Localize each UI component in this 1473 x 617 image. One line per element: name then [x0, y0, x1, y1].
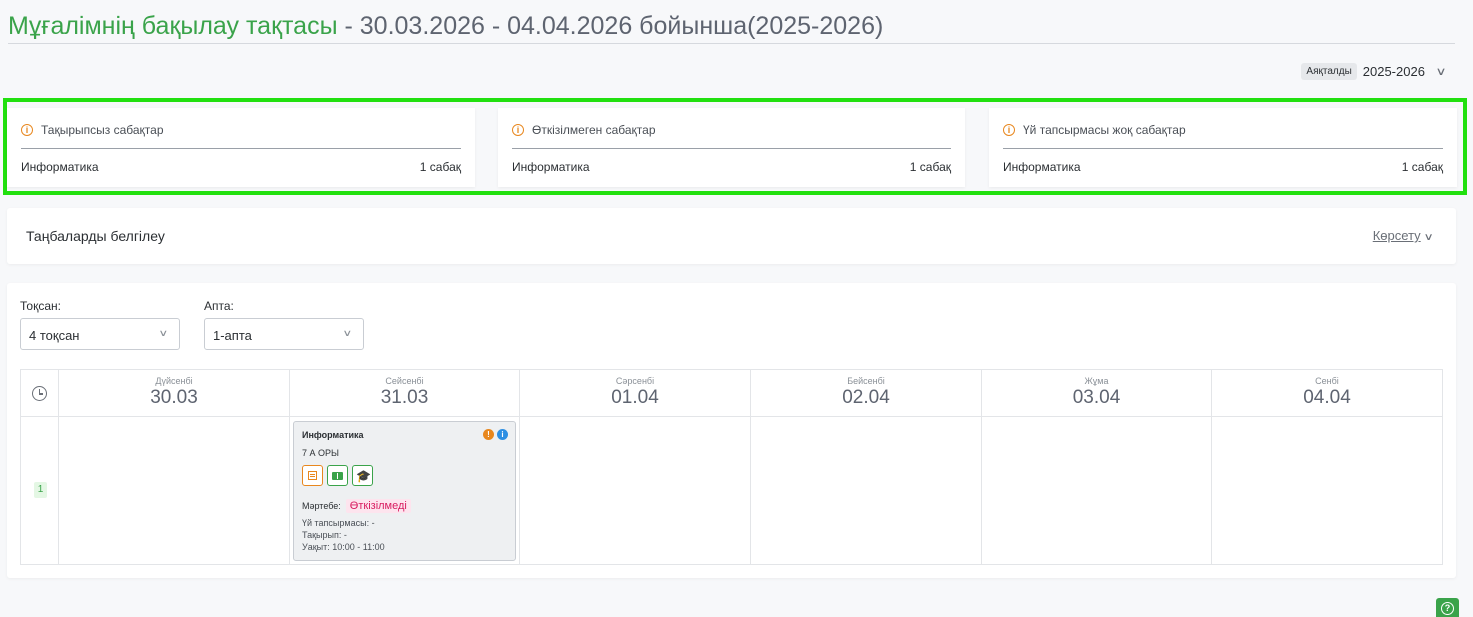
marks-panel-title: Таңбаларды белгілеу	[26, 228, 165, 244]
alert-header: i Өткізілмеген сабақтар	[512, 122, 951, 149]
chevron-down-icon: ∨	[1435, 66, 1447, 78]
quarter-select[interactable]: 4 тоқсан ∨	[20, 318, 180, 350]
info-icon[interactable]: i	[497, 429, 508, 440]
title-divider	[8, 43, 1455, 44]
alert-card-no-homework[interactable]: i Үй тапсырмасы жоқ сабақтар Информатика…	[989, 108, 1457, 187]
lesson-actions: 🎓	[302, 465, 373, 486]
day-cell-monday[interactable]	[59, 417, 290, 564]
day-date: 02.04	[842, 387, 890, 408]
info-circle-icon: i	[21, 124, 33, 136]
day-date: 03.04	[1072, 387, 1121, 408]
marks-toggle-label: Көрсету	[1372, 228, 1421, 243]
info-circle-icon: i	[1003, 124, 1015, 136]
day-name: Бейсенбі	[847, 376, 885, 386]
day-name: Сәрсенбі	[615, 376, 655, 386]
day-header-friday: Жұма 03.04	[982, 370, 1212, 417]
week-label: Апта:	[204, 299, 234, 313]
week-value: 1-апта	[213, 328, 252, 343]
list-icon	[308, 471, 317, 480]
alert-count: 1 сабақ	[909, 160, 951, 174]
alert-subject: Информатика	[512, 160, 590, 174]
day-name: Сейсенбі	[385, 376, 424, 386]
day-cell-friday[interactable]	[982, 417, 1212, 564]
alert-row: Информатика 1 сабақ	[1003, 160, 1443, 174]
day-header-saturday: Сенбі 04.04	[1212, 370, 1442, 417]
lesson-number-badge: 1	[34, 482, 47, 498]
question-circle-icon: ?	[1441, 602, 1454, 615]
day-date: 01.04	[611, 387, 659, 408]
day-header-tuesday: Сейсенбі 31.03	[290, 370, 520, 417]
marks-legend-panel: Таңбаларды белгілеу Көрсету ∨	[7, 208, 1456, 264]
page-title-range: - 30.03.2026 - 04.04.2026 бойынша(2025-2…	[337, 12, 884, 40]
marks-show-toggle[interactable]: Көрсету ∨	[1372, 228, 1434, 243]
chevron-down-icon: ∨	[158, 328, 169, 338]
alert-count: 1 сабақ	[1401, 160, 1443, 174]
lesson-subject: Информатика	[302, 430, 364, 440]
lesson-class: 7 А ОРЫ	[302, 448, 339, 458]
quarter-value: 4 тоқсан	[29, 328, 80, 343]
quarter-label: Тоқсан:	[20, 299, 61, 313]
alert-header: i Үй тапсырмасы жоқ сабақтар	[1003, 122, 1443, 149]
schedule-panel: Тоқсан: 4 тоқсан ∨ Апта: 1-апта ∨ 1 Дүйс…	[7, 283, 1456, 578]
alert-row: Информатика 1 сабақ	[21, 160, 461, 174]
alert-subject: Информатика	[1003, 160, 1081, 174]
timetable-grid: 1 Дүйсенбі 30.03 Сейсенбі 31.03 Сәрсенбі…	[20, 369, 1443, 565]
alert-subject: Информатика	[21, 160, 99, 174]
info-circle-icon: i	[512, 124, 524, 136]
day-name: Жұма	[1084, 376, 1109, 386]
day-date: 30.03	[150, 387, 198, 408]
clock-icon	[32, 386, 47, 401]
alert-title: Тақырыпсыз сабақтар	[41, 123, 164, 137]
chevron-down-icon: ∨	[342, 328, 353, 338]
status-badge: Өткізілмеді	[345, 499, 411, 513]
academic-year-select[interactable]: Аяқталды 2025-2026 ∨	[1301, 63, 1447, 80]
graduation-button[interactable]: 🎓	[352, 465, 373, 486]
book-icon	[332, 472, 343, 480]
status-label: Мәртебе:	[302, 501, 341, 511]
alert-count: 1 сабақ	[419, 160, 461, 174]
lesson-homework: Үй тапсырмасы: -	[302, 518, 375, 528]
day-date: 31.03	[380, 387, 429, 408]
book-button[interactable]	[327, 465, 348, 486]
page-title: Мұғалімнің бақылау тақтасы - 30.03.2026 …	[8, 10, 883, 42]
alert-title: Үй тапсырмасы жоқ сабақтар	[1023, 123, 1186, 137]
alert-row: Информатика 1 сабақ	[512, 160, 951, 174]
journal-button[interactable]	[302, 465, 323, 486]
alert-title: Өткізілмеген сабақтар	[532, 123, 656, 137]
day-header-monday: Дүйсенбі 30.03	[59, 370, 290, 417]
alert-header: i Тақырыпсыз сабақтар	[21, 122, 461, 149]
year-value: 2025-2026	[1362, 64, 1425, 79]
year-status-badge: Аяқталды	[1301, 63, 1357, 80]
warning-icon[interactable]: !	[483, 429, 494, 440]
lesson-status: Мәртебе: Өткізілмеді	[302, 499, 411, 513]
graduation-cap-icon: 🎓	[356, 469, 371, 483]
day-cell-thursday[interactable]	[751, 417, 982, 564]
day-cell-wednesday[interactable]	[520, 417, 751, 564]
alert-card-no-topic[interactable]: i Тақырыпсыз сабақтар Информатика 1 саба…	[7, 108, 475, 187]
lesson-time: Уақыт: 10:00 - 11:00	[302, 542, 385, 552]
day-header-thursday: Бейсенбі 02.04	[751, 370, 982, 417]
lesson-card[interactable]: Информатика ! i 7 А ОРЫ 🎓 Мәртебе: Өткіз…	[293, 421, 516, 561]
lesson-topic: Тақырып: -	[302, 530, 347, 540]
day-header-wednesday: Сәрсенбі 01.04	[520, 370, 751, 417]
alert-card-not-conducted[interactable]: i Өткізілмеген сабақтар Информатика 1 са…	[498, 108, 965, 187]
week-select[interactable]: 1-апта ∨	[204, 318, 364, 350]
page-title-main: Мұғалімнің бақылау тақтасы	[8, 12, 338, 40]
day-name: Сенбі	[1315, 376, 1339, 386]
day-cell-saturday[interactable]	[1212, 417, 1442, 564]
chevron-down-icon: ∨	[1423, 232, 1434, 243]
time-header-cell	[21, 370, 59, 417]
lesson-number-cell: 1	[21, 417, 59, 564]
day-name: Дүйсенбі	[155, 376, 193, 386]
help-button[interactable]: ?	[1436, 598, 1459, 617]
day-date: 04.04	[1303, 387, 1351, 408]
